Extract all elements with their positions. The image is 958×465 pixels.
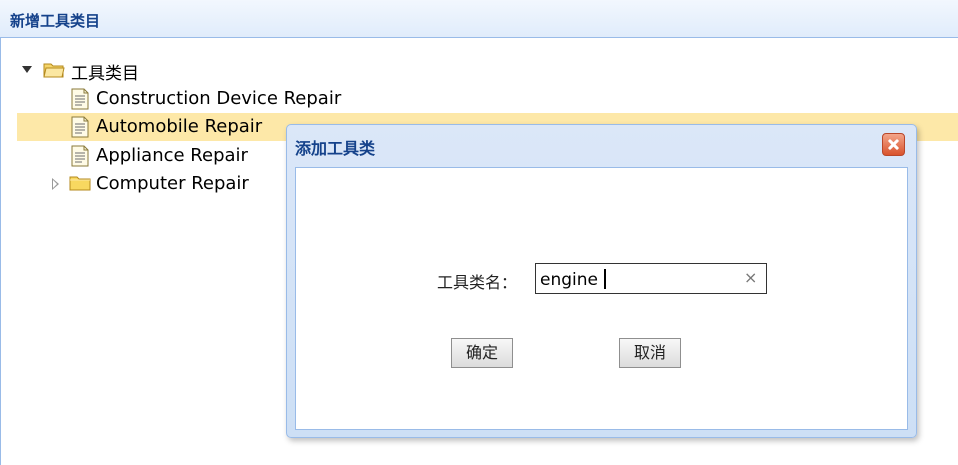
dialog-body: 工具类名： engine × 确定 取消 (295, 167, 908, 430)
tree-node-construction-device-repair[interactable]: Construction Device Repair (17, 85, 958, 113)
dialog-title: 添加工具类 (295, 139, 376, 158)
file-icon (71, 116, 89, 138)
expand-toggle-icon[interactable] (22, 66, 32, 73)
tool-category-name-label: 工具类名： (437, 273, 518, 292)
tree-node-label: Appliance Repair (96, 145, 248, 166)
file-icon (71, 145, 89, 167)
confirm-button[interactable]: 确定 (451, 338, 513, 368)
cancel-button[interactable]: 取消 (619, 338, 681, 368)
folder-open-icon (43, 63, 65, 78)
add-tool-category-dialog: 添加工具类 工具类名： engine × 确定 取消 (286, 124, 917, 438)
tree-node-root[interactable]: 工具类目 (17, 56, 958, 84)
tool-category-name-input[interactable]: engine × (535, 263, 767, 294)
folder-icon (69, 176, 91, 191)
panel-header: 新增工具类目 (0, 0, 958, 38)
close-icon[interactable] (882, 133, 905, 156)
file-icon (71, 88, 89, 110)
input-value: engine (540, 269, 606, 290)
tree-node-label: Construction Device Repair (96, 88, 342, 109)
panel-title: 新增工具类目 (10, 12, 101, 30)
tree-node-label: Computer Repair (96, 173, 249, 194)
tool-category-panel: 新增工具类目 工具类目 Construction Device Repair A… (0, 0, 958, 465)
tree-node-label: 工具类目 (71, 64, 139, 84)
tree-node-label: Automobile Repair (96, 116, 263, 137)
panel-border (0, 38, 1, 465)
clear-icon[interactable]: × (744, 268, 757, 287)
collapse-toggle-icon[interactable] (52, 178, 59, 190)
